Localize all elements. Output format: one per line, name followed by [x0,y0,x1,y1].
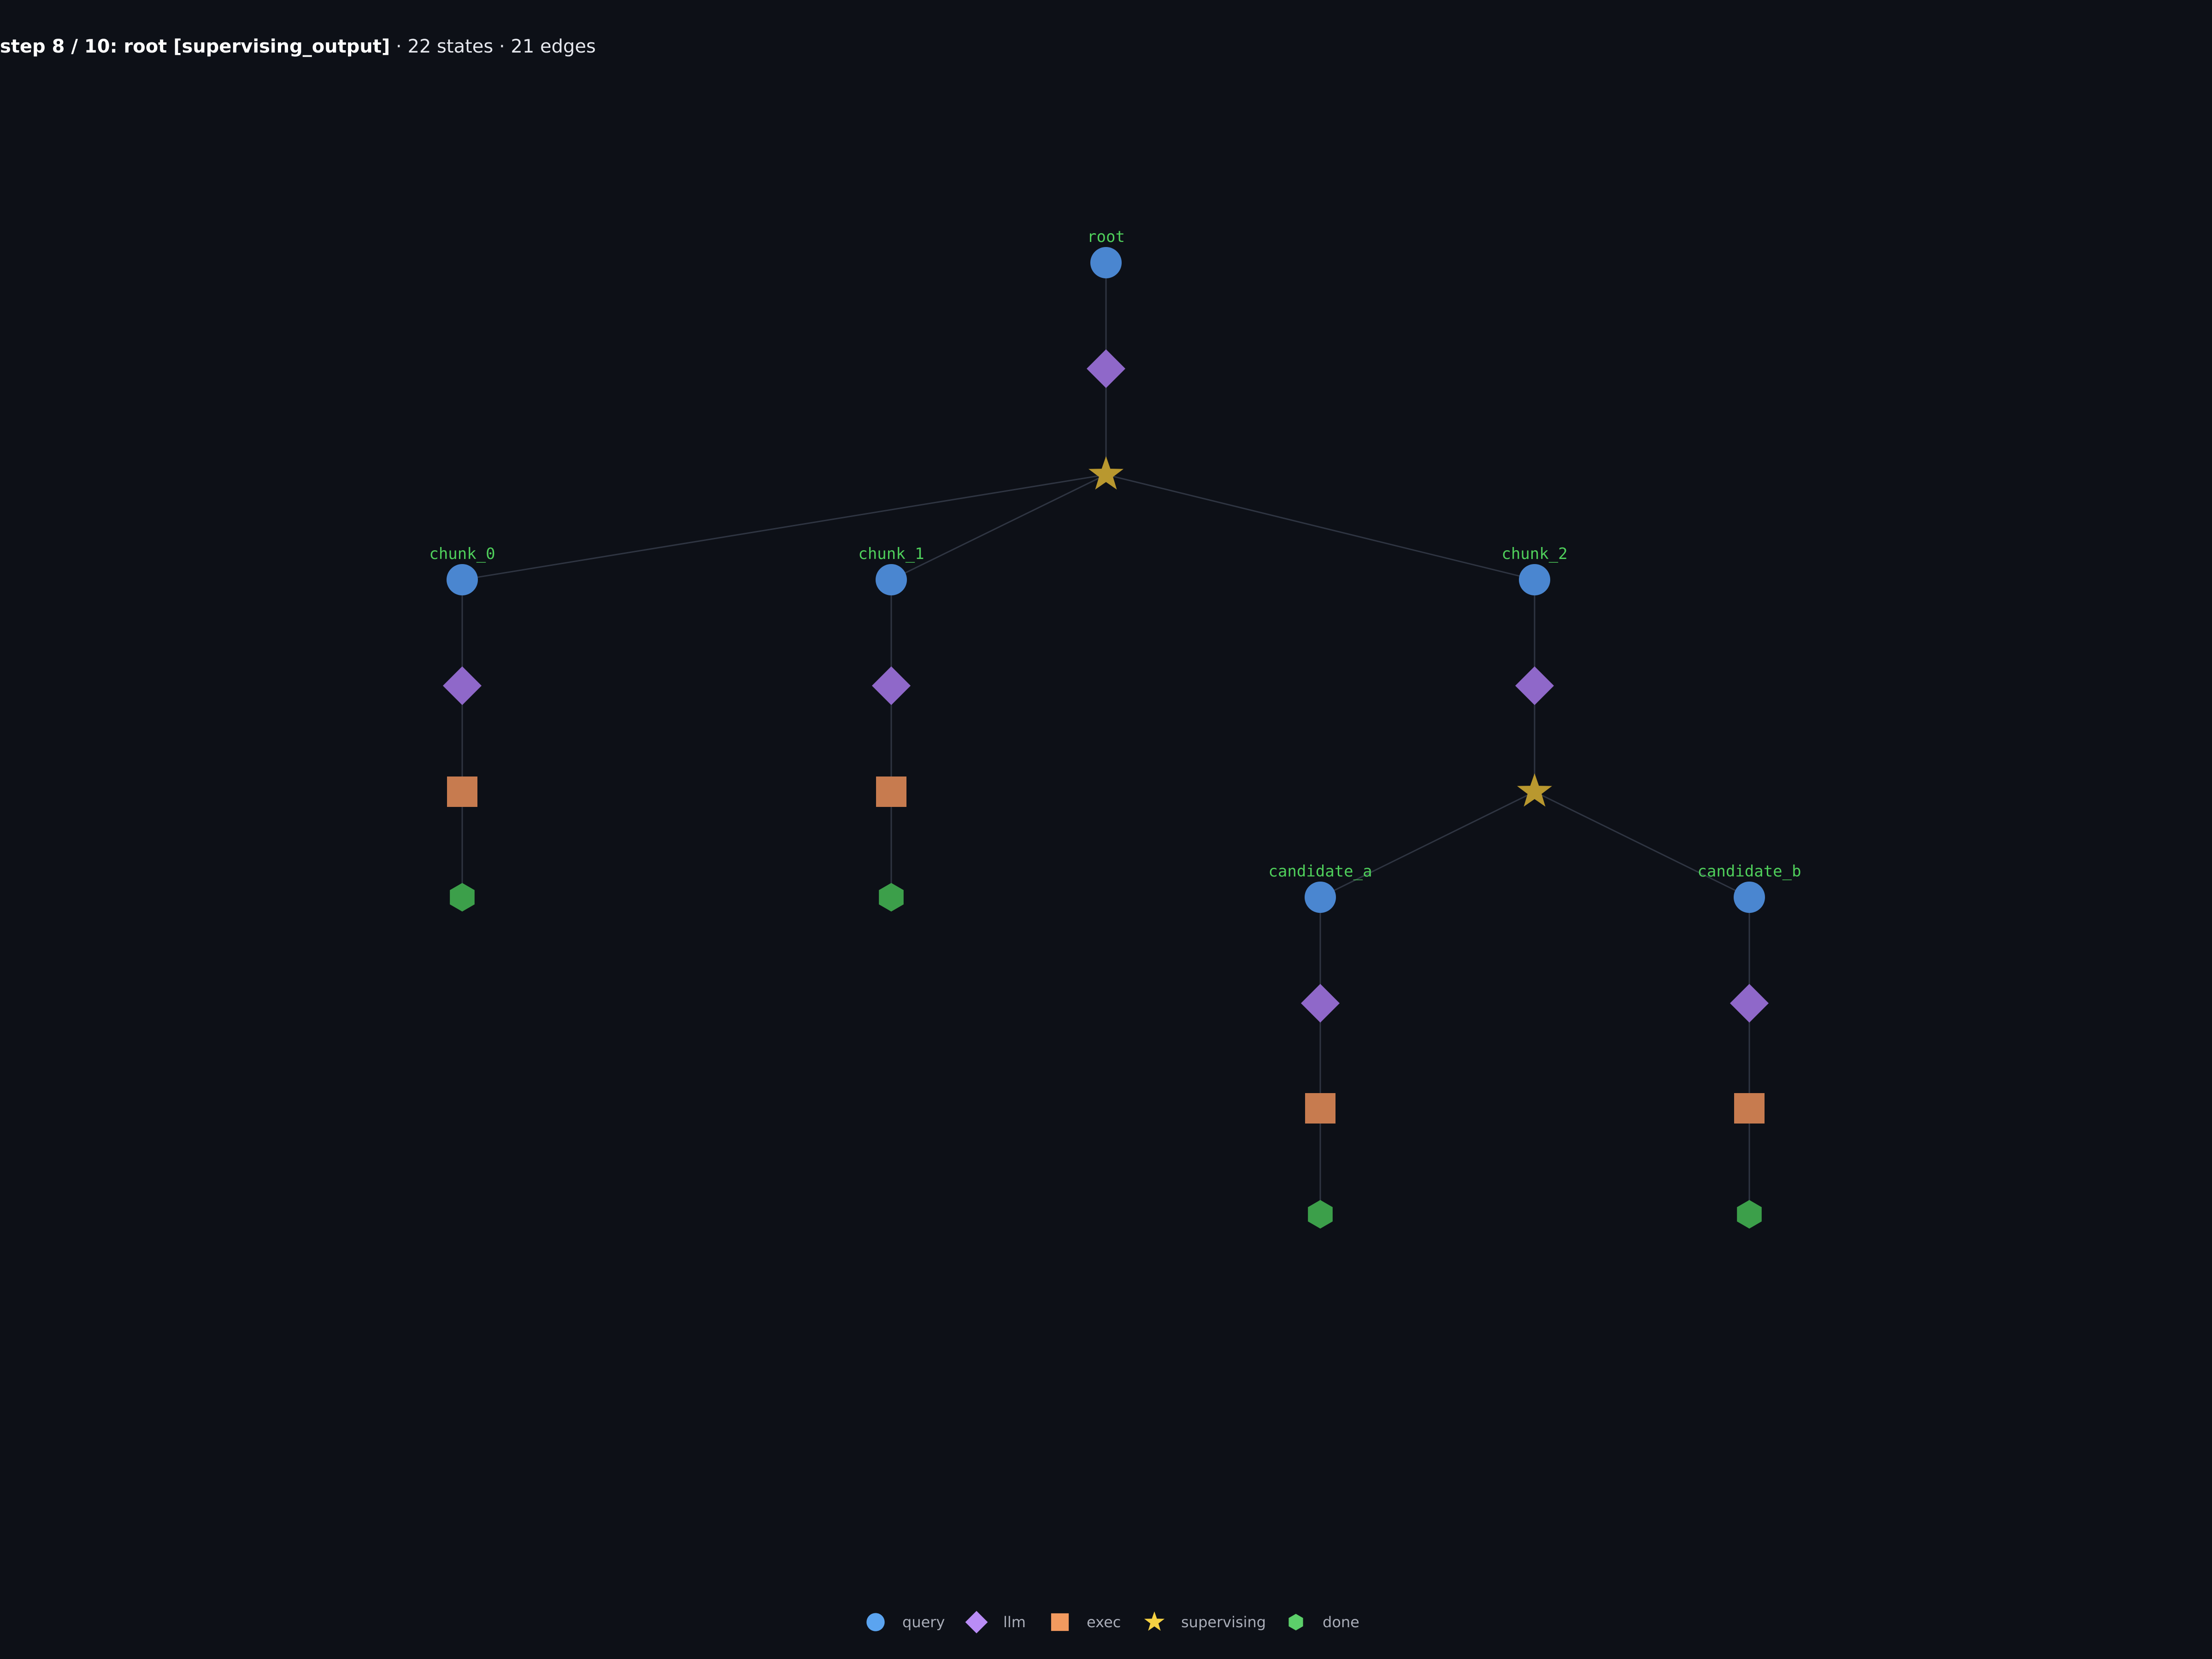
node-label: chunk_1 [858,545,924,563]
edge-n13-n18 [1534,791,1750,898]
state-node-llm[interactable] [1515,666,1554,705]
legend: query llm exec supervising done [866,1611,1359,1634]
exec-node-shape [876,777,906,807]
state-node-done[interactable] [1308,1200,1333,1229]
state-node-llm[interactable] [872,666,911,705]
llm-node-shape [1730,984,1769,1023]
query-node-shape [447,564,478,595]
state-node-query[interactable]: chunk_0 [429,545,495,595]
node-label: chunk_2 [1501,545,1567,563]
exec-legend-icon [1051,1613,1069,1631]
edge-n2-n7 [891,474,1106,581]
edge-n13-n14 [1320,791,1535,898]
node-label: candidate_a [1268,862,1372,881]
state-node-query[interactable]: candidate_a [1268,862,1372,913]
query-legend-icon [866,1613,885,1631]
done-node-shape [1737,1200,1762,1229]
exec-node-shape [1305,1093,1335,1124]
state-node-exec[interactable] [1305,1093,1335,1124]
state-node-supervising[interactable] [1517,773,1552,807]
done-node-shape [450,883,475,912]
supervising-node-shape [1517,773,1552,807]
edge-n2-n11 [1106,474,1535,581]
edges-layer [461,263,1750,1214]
legend-label: supervising [1181,1613,1266,1631]
legend-item-llm: llm [965,1611,1026,1634]
query-node-shape [1305,882,1336,913]
state-node-query[interactable]: chunk_2 [1501,545,1568,595]
exec-node-shape [1734,1093,1765,1124]
state-node-query[interactable]: chunk_1 [858,545,924,595]
llm-node-shape [1301,984,1340,1023]
legend-label: done [1323,1613,1359,1631]
node-label: chunk_0 [429,545,495,563]
done-node-shape [1308,1200,1333,1229]
llm-node-shape [1087,349,1125,388]
query-node-shape [876,564,907,595]
state-node-done[interactable] [1737,1200,1762,1229]
state-tree-diagram: root chunk_0 chunk_1 chunk_2 candidate_a cand… [429,228,1801,1634]
legend-label: exec [1087,1613,1121,1631]
state-node-exec[interactable] [1734,1093,1765,1124]
query-node-shape [1519,564,1550,595]
state-node-query[interactable]: root [1087,228,1125,278]
legend-item-query: query [866,1613,945,1631]
state-node-llm[interactable] [443,666,482,705]
state-node-llm[interactable] [1301,984,1340,1023]
state-node-supervising[interactable] [1088,456,1124,490]
state-node-done[interactable] [450,883,475,912]
state-node-exec[interactable] [447,777,477,807]
exec-node-shape [447,777,477,807]
query-node-shape [1090,247,1122,278]
node-label: root [1087,228,1125,246]
legend-item-done: done [1288,1613,1359,1631]
legend-item-exec: exec [1051,1613,1121,1631]
node-label: candidate_b [1697,862,1801,881]
llm-node-shape [1515,666,1554,705]
legend-item-supervising: supervising [1144,1611,1266,1631]
nodes-layer: root chunk_0 chunk_1 chunk_2 candidate_a cand… [429,228,1801,1229]
done-legend-icon [1288,1614,1303,1630]
state-node-query[interactable]: candidate_b [1697,862,1801,913]
state-node-llm[interactable] [1730,984,1769,1023]
supervising-node-shape [1088,456,1124,490]
edge-n2-n3 [462,474,1106,581]
llm-node-shape [443,666,482,705]
state-node-done[interactable] [879,883,904,912]
state-node-exec[interactable] [876,777,906,807]
query-node-shape [1734,882,1765,913]
llm-legend-icon [965,1611,988,1634]
llm-node-shape [872,666,911,705]
state-node-llm[interactable] [1087,349,1125,388]
supervising-legend-icon [1144,1611,1165,1631]
done-node-shape [879,883,904,912]
legend-label: query [902,1613,945,1631]
legend-label: llm [1003,1613,1026,1631]
